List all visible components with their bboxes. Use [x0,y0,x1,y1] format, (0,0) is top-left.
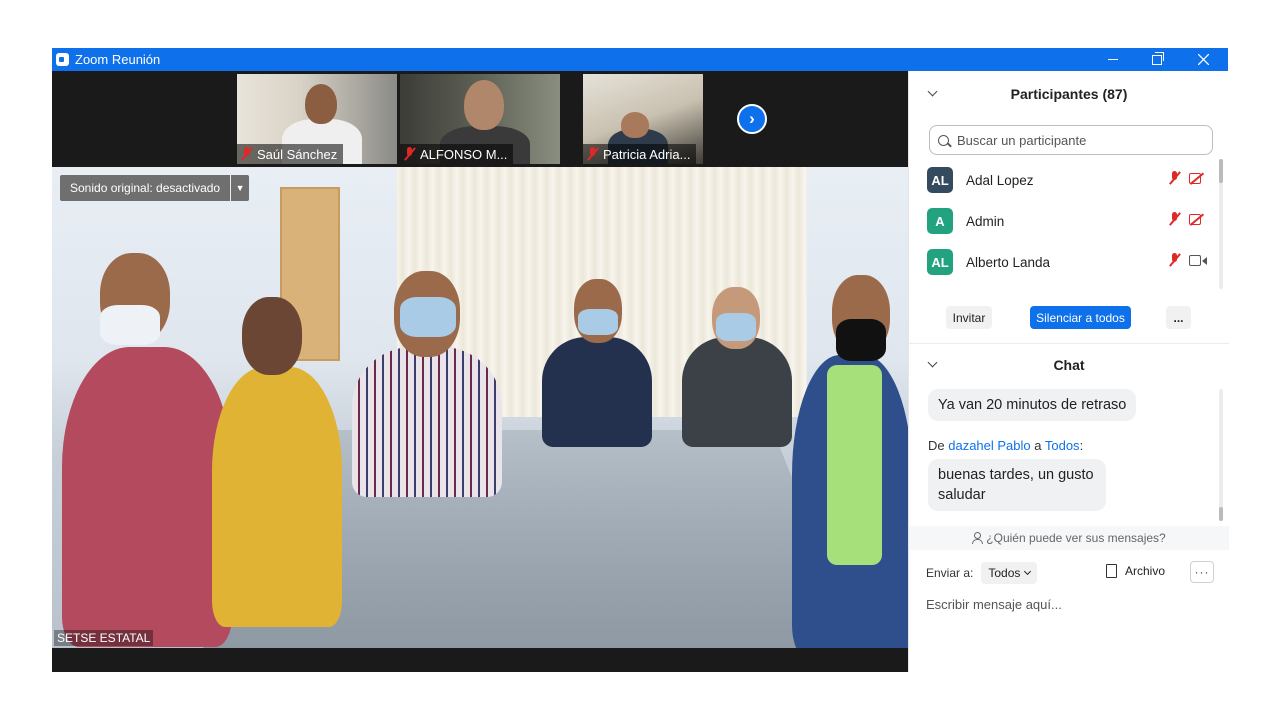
video-area: Saúl Sánchez ALFONSO M... Patricia Adria… [52,71,908,672]
close-icon [1197,54,1209,65]
search-icon [938,134,949,146]
original-sound-dropdown[interactable]: ▼ [231,175,250,201]
chat-message: Ya van 20 minutos de retraso [928,389,1137,421]
thumbnail-strip: Saúl Sánchez ALFONSO M... Patricia Adria… [52,71,908,167]
mic-muted-icon[interactable] [1169,253,1181,267]
speaker-name: SETSE ESTATAL [54,630,154,646]
chat-message-input[interactable] [924,591,1218,617]
send-to: Enviar a: Todos [926,562,1038,584]
message-sender-line: De dazahel Pablo a Todos: [928,438,1084,453]
participants-title: Participantes (87) [1010,86,1128,102]
participant-row[interactable]: A Admin [927,206,1217,236]
mic-muted-icon [404,147,416,161]
more-options-button[interactable]: ... [1166,306,1191,329]
sender-link[interactable]: dazahel Pablo [948,438,1030,453]
participant-name: Admin [966,213,1005,229]
chat-title: Chat [1053,357,1085,373]
participant-name: Adal Lopez [966,172,1034,188]
chevron-down-icon [1024,567,1032,576]
mic-muted-icon[interactable] [1169,171,1181,185]
title-bar: Zoom Reunión [52,48,1228,71]
chat-scrollbar[interactable] [1219,389,1223,521]
scrollbar-thumb[interactable] [1219,507,1223,521]
video-off-icon[interactable] [1189,173,1205,184]
thumbnail-name: Saúl Sánchez [237,144,344,164]
minimize-button[interactable] [1090,48,1136,71]
side-panel: Participantes (87) AL Adal Lopez A Admin… [908,71,1229,672]
mute-all-button[interactable]: Silenciar a todos [1030,306,1131,329]
restore-button[interactable] [1134,48,1180,71]
video-thumbnail[interactable]: Patricia Adria... [583,74,703,164]
mic-muted-icon [241,147,253,161]
close-button[interactable] [1180,48,1226,71]
avatar: AL [927,249,953,275]
zoom-window: Zoom Reunión Saúl Sánchez ALFONSO M... P… [52,48,1229,672]
participant-list: AL Adal Lopez A Admin AL Alberto Landa [909,165,1219,287]
person-icon [972,532,984,544]
video-thumbnail[interactable]: Saúl Sánchez [237,74,397,164]
send-to-select[interactable]: Todos [981,562,1038,584]
participant-search-input[interactable] [955,131,1199,149]
avatar: A [927,208,953,234]
chat-messages: Ya van 20 minutos de retraso De dazahel … [909,386,1224,526]
video-thumbnail[interactable]: ALFONSO M... [400,74,560,164]
send-to-label: Enviar a: [926,566,974,580]
active-speaker-video: Sonido original: desactivado ▼ SETSE EST… [52,167,908,648]
chat-header: Chat [909,354,1229,376]
chevron-down-icon[interactable] [927,86,938,97]
participant-name: Alberto Landa [966,254,1051,270]
who-can-see-messages[interactable]: ¿Quién puede ver sus mensajes? [909,526,1229,550]
minimize-icon [1108,59,1118,60]
chat-more-button[interactable]: ··· [1190,561,1214,583]
divider [909,343,1229,344]
chevron-down-icon[interactable] [927,357,938,368]
participants-header: Participantes (87) [909,83,1229,105]
video-off-icon[interactable] [1189,214,1205,225]
file-button[interactable]: Archivo [1106,564,1165,578]
zoom-app-icon [56,53,69,66]
file-icon [1106,564,1117,578]
restore-icon [1152,51,1164,65]
mic-muted-icon [587,147,599,161]
recipient-link[interactable]: Todos [1045,438,1080,453]
video-on-icon[interactable] [1189,255,1207,266]
scrollbar-thumb[interactable] [1219,159,1223,183]
mic-muted-icon[interactable] [1169,212,1181,226]
participant-scrollbar[interactable] [1219,159,1223,289]
participant-row[interactable]: AL Alberto Landa [927,247,1217,277]
next-page-button[interactable]: › [737,104,767,134]
window-title: Zoom Reunión [75,52,161,67]
caret-down-icon: ▼ [235,183,245,193]
participant-row[interactable]: AL Adal Lopez [927,165,1217,195]
thumbnail-name: ALFONSO M... [400,144,514,164]
chat-message: buenas tardes, un gusto saludar [928,459,1106,511]
thumbnail-name: Patricia Adria... [583,144,697,164]
invite-button[interactable]: Invitar [946,306,992,329]
participant-search[interactable] [929,125,1213,155]
original-sound-control: Sonido original: desactivado ▼ [60,175,250,201]
original-sound-button[interactable]: Sonido original: desactivado [60,175,231,201]
avatar: AL [927,167,953,193]
chevron-right-icon: › [749,109,755,128]
